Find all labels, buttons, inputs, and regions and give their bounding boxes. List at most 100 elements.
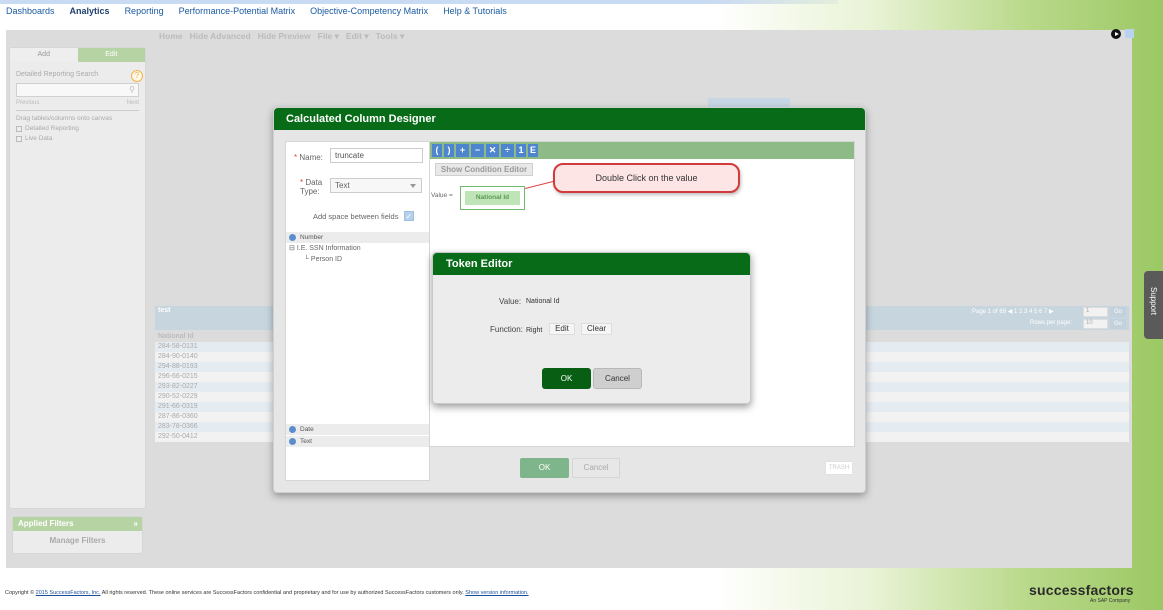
left-panel-tabs: Add Edit: [10, 48, 145, 62]
text-icon: [289, 438, 296, 445]
page-links[interactable]: 1 2 3 4 5 6 7: [1014, 309, 1047, 315]
name-field[interactable]: truncate: [330, 148, 423, 163]
play-icon[interactable]: [1111, 29, 1121, 39]
tree-item-label: Live Data: [25, 135, 53, 142]
token-editor-title: Token Editor: [433, 253, 750, 275]
successfactors-logo: successfactors: [1029, 582, 1134, 598]
table-pager: Page 1 of 69 ◀ 1 2 3 4 5 6 7 ▶: [972, 309, 1054, 315]
tree-item-person-id[interactable]: └ Person ID: [304, 256, 342, 263]
national-id-token[interactable]: National Id: [465, 191, 520, 205]
value-label: Value:: [499, 297, 522, 306]
open-paren-button[interactable]: (: [432, 144, 442, 157]
hide-advanced-link[interactable]: Hide Advanced: [190, 31, 251, 42]
value-text: National Id: [526, 298, 560, 305]
edit-function-button[interactable]: Edit: [549, 323, 575, 335]
tab-edit[interactable]: Edit: [77, 48, 145, 62]
expression-button[interactable]: E: [528, 144, 538, 157]
search-icon: ⚲: [129, 85, 135, 94]
add-space-checkbox[interactable]: ✓: [404, 211, 414, 221]
data-type-value: Text: [335, 181, 350, 190]
preview-table-title: test: [158, 307, 171, 314]
collapse-icon[interactable]: »: [134, 517, 138, 531]
tree-item-live-data[interactable]: Live Data: [16, 135, 139, 142]
minus-button[interactable]: −: [471, 144, 484, 157]
divide-button[interactable]: ÷: [501, 144, 514, 157]
token-cancel-button[interactable]: Cancel: [593, 368, 642, 389]
support-label: Support: [1149, 287, 1158, 316]
section-date[interactable]: Date: [286, 424, 429, 435]
nav-analytics[interactable]: Analytics: [70, 6, 110, 20]
tools-menu[interactable]: Tools ▾: [376, 31, 405, 42]
column-properties-panel: * Name: truncate * Data Type: Text Add s…: [285, 141, 430, 481]
help-icon[interactable]: ?: [131, 70, 143, 82]
footer: Copyright © 2015 SuccessFactors, Inc. Al…: [5, 590, 529, 596]
cancel-button[interactable]: Cancel: [572, 458, 620, 478]
number-button[interactable]: 1: [516, 144, 526, 157]
admin-label[interactable]: Admi: [1088, 31, 1106, 40]
nav-performance-potential-matrix[interactable]: Performance-Potential Matrix: [179, 6, 296, 20]
nav-reporting[interactable]: Reporting: [125, 6, 164, 20]
search-input[interactable]: ⚲: [16, 83, 139, 97]
main-nav: Dashboards Analytics Reporting Performan…: [0, 6, 516, 20]
show-version-link[interactable]: Show version information.: [465, 590, 528, 596]
chevron-down-icon: [410, 184, 416, 188]
operator-toolbar: ( ) + − ✕ ÷ 1 E: [430, 142, 854, 159]
multiply-button[interactable]: ✕: [486, 144, 499, 157]
applied-filters-panel: Applied Filters » Manage Filters: [12, 516, 143, 554]
ok-button[interactable]: OK: [520, 458, 569, 478]
search-label: Detailed Reporting Search: [16, 71, 99, 78]
nav-help-tutorials[interactable]: Help & Tutorials: [443, 6, 507, 20]
rows-per-page-label: Rows per page:: [1030, 320, 1073, 326]
tree-item-label: Detailed Reporting: [25, 125, 79, 132]
copyright-link[interactable]: 2015 SuccessFactors, Inc.: [36, 590, 101, 596]
next-link[interactable]: Next: [127, 100, 139, 106]
expand-icon[interactable]: [16, 125, 22, 132]
number-icon: [289, 234, 296, 241]
drag-hint: Drag tables/columns onto canvas: [16, 115, 113, 122]
date-icon: [289, 426, 296, 433]
value-equals-label: Value =: [431, 192, 453, 199]
go-page-button[interactable]: Go: [1110, 307, 1126, 317]
previous-link[interactable]: Previous: [16, 100, 39, 106]
instruction-callout: Double Click on the value: [553, 163, 740, 193]
pager-text: Page 1 of 69: [972, 309, 1007, 315]
tree-item-detailed-reporting[interactable]: Detailed Reporting: [16, 125, 139, 132]
edit-menu[interactable]: Edit ▾: [346, 31, 369, 42]
function-label: Function:: [490, 325, 523, 334]
trash-drop-zone[interactable]: TRASH: [825, 461, 853, 475]
clear-function-button[interactable]: Clear: [581, 323, 612, 335]
tab-add[interactable]: Add: [10, 48, 78, 62]
token-ok-button[interactable]: OK: [542, 368, 591, 389]
data-type-select[interactable]: Text: [330, 178, 422, 193]
file-menu[interactable]: File ▾: [318, 31, 339, 42]
function-value: Right: [526, 327, 543, 334]
report-toolbar: Home Hide Advanced Hide Preview File ▾ E…: [159, 31, 404, 42]
add-space-label: Add space between fields: [313, 212, 399, 221]
section-text[interactable]: Text: [286, 436, 429, 447]
home-link[interactable]: Home: [159, 31, 183, 42]
token-editor-dialog: Token Editor Value: National Id Function…: [432, 252, 751, 404]
rows-per-page-input[interactable]: 10: [1083, 319, 1108, 329]
close-paren-button[interactable]: ): [444, 144, 454, 157]
support-tab[interactable]: Support: [1144, 271, 1163, 339]
nav-objective-competency-matrix[interactable]: Objective-Competency Matrix: [310, 6, 428, 20]
hide-preview-link[interactable]: Hide Preview: [258, 31, 311, 42]
go-rows-button[interactable]: Go: [1110, 319, 1126, 329]
brand-subtitle: An SAP Company: [1090, 598, 1131, 604]
manage-filters-link[interactable]: Manage Filters: [13, 536, 142, 545]
divider: [16, 110, 139, 111]
section-number[interactable]: Number: [286, 232, 429, 243]
nav-dashboards[interactable]: Dashboards: [6, 6, 55, 20]
expand-icon[interactable]: [16, 135, 22, 142]
page-input[interactable]: 1: [1083, 307, 1108, 317]
tree-item-ssn-information[interactable]: ⊟ I.E. SSN Information: [289, 244, 361, 252]
applied-filters-header[interactable]: Applied Filters »: [13, 517, 142, 531]
column-header-national-id[interactable]: National Id: [158, 333, 194, 340]
name-label: * Name:: [294, 153, 323, 162]
flag-icon[interactable]: [1125, 29, 1134, 38]
data-type-label: * Data Type:: [300, 178, 323, 196]
show-condition-editor-button[interactable]: Show Condition Editor: [435, 163, 533, 176]
dialog-title: Calculated Column Designer: [274, 108, 865, 130]
plus-button[interactable]: +: [456, 144, 469, 157]
left-panel: Add Edit Detailed Reporting Search ? ⚲ P…: [9, 47, 146, 509]
